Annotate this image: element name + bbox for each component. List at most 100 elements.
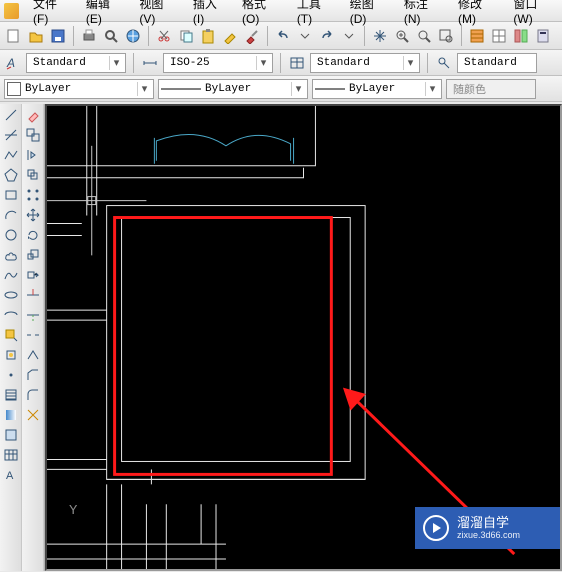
tool-palettes-button[interactable] [511, 26, 531, 46]
layer-dropdown[interactable]: ByLayer ▾ [4, 79, 154, 99]
pan-button[interactable] [370, 26, 390, 46]
make-block-tool[interactable] [1, 346, 21, 364]
left-toolbars: A [0, 104, 45, 571]
erase-tool[interactable] [23, 106, 43, 124]
circle-tool[interactable] [1, 226, 21, 244]
ellipse-arc-tool[interactable] [1, 306, 21, 324]
menu-draw[interactable]: 绘图(D) [342, 0, 396, 28]
array-tool[interactable] [23, 186, 43, 204]
new-button[interactable] [4, 26, 24, 46]
ml-style-icon [435, 54, 453, 72]
ml-style-dropdown[interactable]: Standard [457, 53, 537, 73]
menu-dim[interactable]: 标注(N) [396, 0, 450, 28]
table-tool[interactable] [1, 446, 21, 464]
redo-dropdown[interactable] [339, 26, 359, 46]
menu-file[interactable]: 文件(F) [25, 0, 78, 28]
chamfer-tool[interactable] [23, 366, 43, 384]
zoom-win-button[interactable] [436, 26, 456, 46]
match-prop-button[interactable] [220, 26, 240, 46]
zoom-ext-button[interactable] [414, 26, 434, 46]
table-style-icon [288, 54, 306, 72]
undo-dropdown[interactable] [295, 26, 315, 46]
linetype-dropdown[interactable]: ByLayer ▾ [158, 79, 308, 99]
ellipse-tool[interactable] [1, 286, 21, 304]
scale-tool[interactable] [23, 246, 43, 264]
menu-tools[interactable]: 工具(T) [289, 0, 342, 28]
menu-modify[interactable]: 修改(M) [450, 0, 505, 28]
publish-button[interactable] [123, 26, 143, 46]
line-tool[interactable] [1, 106, 21, 124]
standard-toolbar [0, 22, 562, 50]
revcloud-tool[interactable] [1, 246, 21, 264]
dim-style-icon [141, 54, 159, 72]
preview-button[interactable] [101, 26, 121, 46]
offset-tool[interactable] [23, 166, 43, 184]
text-style-value: Standard [29, 57, 109, 69]
redo-button[interactable] [317, 26, 337, 46]
lineweight-dropdown[interactable]: ByLayer ▾ [312, 79, 442, 99]
point-tool[interactable] [1, 366, 21, 384]
play-icon [423, 515, 449, 541]
explode-tool[interactable] [23, 406, 43, 424]
menu-bar: 文件(F) 编辑(E) 视图(V) 插入(I) 格式(O) 工具(T) 绘图(D… [0, 0, 562, 22]
extend-tool[interactable] [23, 306, 43, 324]
mirror-tool[interactable] [23, 146, 43, 164]
layer-value: ByLayer [21, 83, 137, 95]
move-tool[interactable] [23, 206, 43, 224]
rotate-tool[interactable] [23, 226, 43, 244]
pline-tool[interactable] [1, 146, 21, 164]
cut-button[interactable] [154, 26, 174, 46]
join-tool[interactable] [23, 346, 43, 364]
layers-toolbar: ByLayer ▾ ByLayer ▾ ByLayer ▾ 随颜色 [0, 76, 562, 102]
brush-button[interactable] [242, 26, 262, 46]
menu-edit[interactable]: 编辑(E) [78, 0, 132, 28]
dim-style-dropdown[interactable]: ISO-25 ▾ [163, 53, 273, 73]
sheet-button[interactable] [489, 26, 509, 46]
table-style-dropdown[interactable]: Standard ▾ [310, 53, 420, 73]
menu-format[interactable]: 格式(O) [234, 0, 289, 28]
copy-button[interactable] [176, 26, 196, 46]
dropdown-arrow-icon: ▾ [109, 56, 123, 70]
main-area: A [0, 104, 562, 571]
menu-insert[interactable]: 插入(I) [185, 0, 234, 28]
drawing-canvas[interactable]: Y 溜溜自学 zixue.3d66.com [45, 104, 562, 571]
break-tool[interactable] [23, 326, 43, 344]
zoom-in-button[interactable] [392, 26, 412, 46]
props-button[interactable] [467, 26, 487, 46]
undo-button[interactable] [273, 26, 293, 46]
xline-tool[interactable] [1, 126, 21, 144]
mtext-tool[interactable]: A [1, 466, 21, 484]
polygon-tool[interactable] [1, 166, 21, 184]
text-style-dropdown[interactable]: Standard ▾ [26, 53, 126, 73]
fillet-tool[interactable] [23, 386, 43, 404]
menu-window[interactable]: 窗口(W) [505, 0, 562, 28]
dropdown-arrow-icon: ▾ [403, 56, 417, 70]
trim-tool[interactable] [23, 286, 43, 304]
paste-button[interactable] [198, 26, 218, 46]
save-button[interactable] [48, 26, 68, 46]
hatch-tool[interactable] [1, 386, 21, 404]
calc-button[interactable] [533, 26, 553, 46]
open-button[interactable] [26, 26, 46, 46]
menu-view[interactable]: 视图(V) [131, 0, 185, 28]
dropdown-arrow-icon: ▾ [137, 82, 151, 96]
arc-tool[interactable] [1, 206, 21, 224]
copy-tool[interactable] [23, 126, 43, 144]
plot-style-value: 随颜色 [449, 81, 533, 97]
spline-tool[interactable] [1, 266, 21, 284]
dropdown-arrow-icon: ▾ [425, 82, 439, 96]
modify-toolbar [22, 104, 44, 571]
styles-toolbar: A Standard ▾ ISO-25 ▾ Standard ▾ Standar… [0, 50, 562, 76]
stretch-tool[interactable] [23, 266, 43, 284]
watermark: 溜溜自学 zixue.3d66.com [415, 507, 560, 549]
lineweight-value: ByLayer [345, 83, 425, 95]
gradient-tool[interactable] [1, 406, 21, 424]
rect-tool[interactable] [1, 186, 21, 204]
print-button[interactable] [79, 26, 99, 46]
region-tool[interactable] [1, 426, 21, 444]
dim-style-value: ISO-25 [166, 57, 256, 69]
insert-block-tool[interactable] [1, 326, 21, 344]
svg-text:A: A [6, 470, 14, 482]
plot-style-dropdown[interactable]: 随颜色 [446, 79, 536, 99]
linetype-value: ByLayer [201, 83, 291, 95]
